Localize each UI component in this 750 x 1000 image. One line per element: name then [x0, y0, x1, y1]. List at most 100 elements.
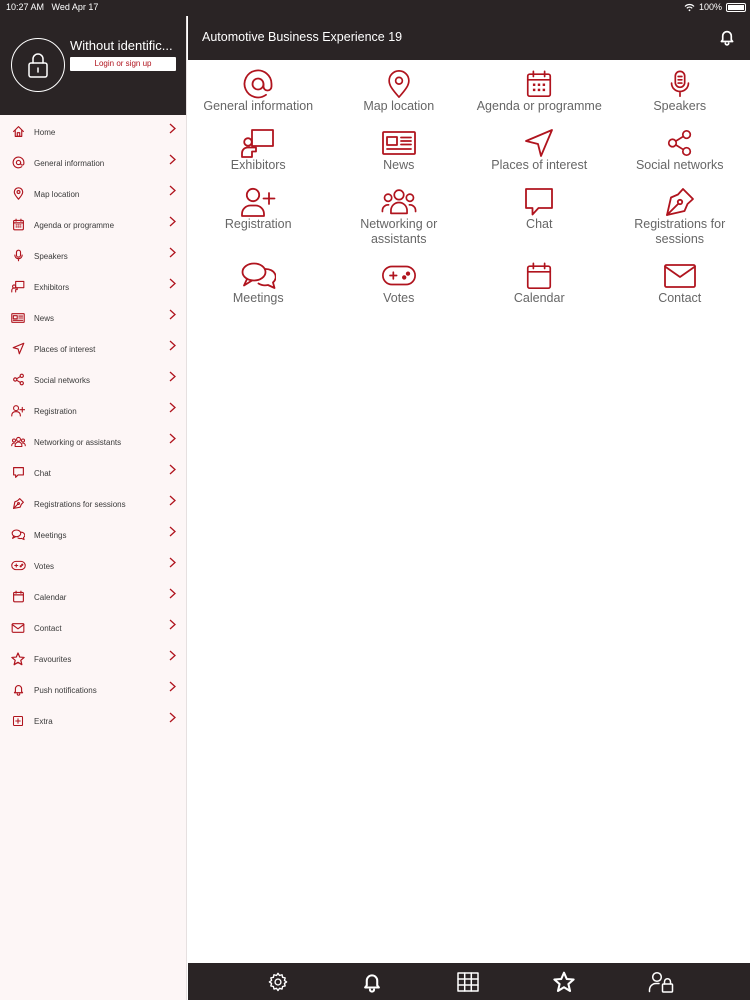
presenter-icon [11, 280, 25, 293]
chevron-right-icon [169, 712, 176, 723]
sidebar-item-registration[interactable]: Registration [0, 395, 186, 426]
chevron-right-icon [169, 154, 176, 165]
wifi-icon [684, 3, 695, 11]
profile-panel[interactable]: Without identific... Login or sign up [0, 16, 186, 115]
grid-tab[interactable] [456, 970, 480, 994]
sidebar-item-general-information[interactable]: General information [0, 147, 186, 178]
notifications-tab[interactable] [360, 970, 384, 994]
notifications-button[interactable] [718, 28, 736, 51]
sidebar-item-speakers[interactable]: Speakers [0, 240, 186, 271]
user-plus-icon [241, 187, 276, 217]
tile-general-information[interactable]: General information [188, 66, 329, 125]
sidebar-item-votes[interactable]: Votes [0, 550, 186, 581]
tile-calendar[interactable]: Calendar [469, 258, 610, 308]
bell-icon [720, 30, 734, 46]
sidebar-item-favourites[interactable]: Favourites [0, 643, 186, 674]
sidebar-item-home[interactable]: Home [0, 116, 186, 147]
at-icon [12, 156, 24, 169]
module-grid: General information Map location Agenda … [188, 66, 750, 308]
tile-social-networks[interactable]: Social networks [610, 125, 750, 184]
tile-map-location[interactable]: Map location [329, 66, 470, 125]
tile-networking[interactable]: Networking or assistants [329, 184, 470, 258]
user-plus-icon [11, 405, 25, 417]
settings-icon [268, 972, 288, 992]
calendar-icon [527, 262, 552, 290]
battery-icon [726, 2, 746, 12]
tile-exhibitors[interactable]: Exhibitors [188, 125, 329, 184]
tile-news[interactable]: News [329, 125, 470, 184]
sidebar-item-push-notifications[interactable]: Push notifications [0, 674, 186, 705]
user-name: Without identific... [70, 38, 173, 53]
sidebar-item-calendar[interactable]: Calendar [0, 581, 186, 612]
sidebar-item-exhibitors[interactable]: Exhibitors [0, 271, 186, 302]
envelope-icon [663, 264, 696, 288]
at-icon [243, 69, 273, 99]
settings-button[interactable] [266, 970, 290, 994]
sidebar-item-meetings[interactable]: Meetings [0, 519, 186, 550]
share-icon [12, 373, 24, 386]
status-time: 10:27 AM Wed Apr 17 [6, 2, 99, 12]
sidebar-item-chat[interactable]: Chat [0, 457, 186, 488]
sidebar-item-contact[interactable]: Contact [0, 612, 186, 643]
pen-nib-icon [665, 188, 694, 216]
chevron-right-icon [169, 495, 176, 506]
bottom-toolbar [188, 963, 750, 1000]
chevron-right-icon [169, 278, 176, 289]
presenter-icon [241, 129, 275, 158]
map-pin-icon [13, 187, 23, 200]
chevron-right-icon [169, 681, 176, 692]
newspaper-icon [381, 131, 416, 155]
plus-square-icon [12, 715, 24, 726]
profile-tab[interactable] [647, 970, 675, 994]
favourites-tab[interactable] [552, 970, 576, 994]
tile-registration[interactable]: Registration [188, 184, 329, 258]
chevron-right-icon [169, 340, 176, 351]
sidebar-item-news[interactable]: News [0, 302, 186, 333]
microphone-icon [670, 70, 690, 98]
star-icon [553, 971, 575, 992]
pen-nib-icon [12, 498, 24, 509]
chevron-right-icon [169, 526, 176, 537]
envelope-icon [11, 622, 25, 633]
battery-percent: 100% [698, 2, 722, 12]
chevron-right-icon [169, 619, 176, 630]
meetings-icon [241, 262, 277, 289]
tile-agenda[interactable]: Agenda or programme [469, 66, 610, 125]
navigation-icon [525, 129, 554, 157]
tile-chat[interactable]: Chat [469, 184, 610, 258]
tile-votes[interactable]: Votes [329, 258, 470, 308]
users-icon [381, 189, 417, 215]
sidebar-item-extra[interactable]: Extra [0, 705, 186, 736]
page-title: Automotive Business Experience 19 [202, 30, 403, 44]
chevron-right-icon [169, 185, 176, 196]
calendar-icon [12, 590, 24, 603]
chevron-right-icon [169, 309, 176, 320]
tile-speakers[interactable]: Speakers [610, 66, 750, 125]
chevron-right-icon [169, 402, 176, 413]
tile-registrations-for-sessions[interactable]: Registrations for sessions [610, 184, 750, 258]
sidebar-item-networking[interactable]: Networking or assistants [0, 426, 186, 457]
navigation-icon [12, 342, 24, 355]
sidebar-item-agenda[interactable]: Agenda or programme [0, 209, 186, 240]
tile-meetings[interactable]: Meetings [188, 258, 329, 308]
chevron-right-icon [169, 588, 176, 599]
tile-contact[interactable]: Contact [610, 258, 750, 308]
sidebar: Without identific... Login or sign up Ho… [0, 16, 187, 1000]
chat-icon [525, 188, 554, 216]
tile-places-of-interest[interactable]: Places of interest [469, 125, 610, 184]
star-icon [11, 651, 25, 665]
sidebar-item-registrations-for-sessions[interactable]: Registrations for sessions [0, 488, 186, 519]
bell-icon [13, 685, 23, 696]
users-icon [10, 436, 26, 447]
avatar[interactable] [11, 38, 65, 92]
chevron-right-icon [169, 123, 176, 134]
home-icon [12, 126, 24, 137]
chevron-right-icon [169, 433, 176, 444]
sidebar-item-social-networks[interactable]: Social networks [0, 364, 186, 395]
chevron-right-icon [169, 557, 176, 568]
chevron-right-icon [169, 371, 176, 382]
gamepad-icon [381, 265, 416, 286]
sidebar-item-places-of-interest[interactable]: Places of interest [0, 333, 186, 364]
login-button[interactable]: Login or sign up [70, 57, 176, 71]
sidebar-item-map-location[interactable]: Map location [0, 178, 186, 209]
